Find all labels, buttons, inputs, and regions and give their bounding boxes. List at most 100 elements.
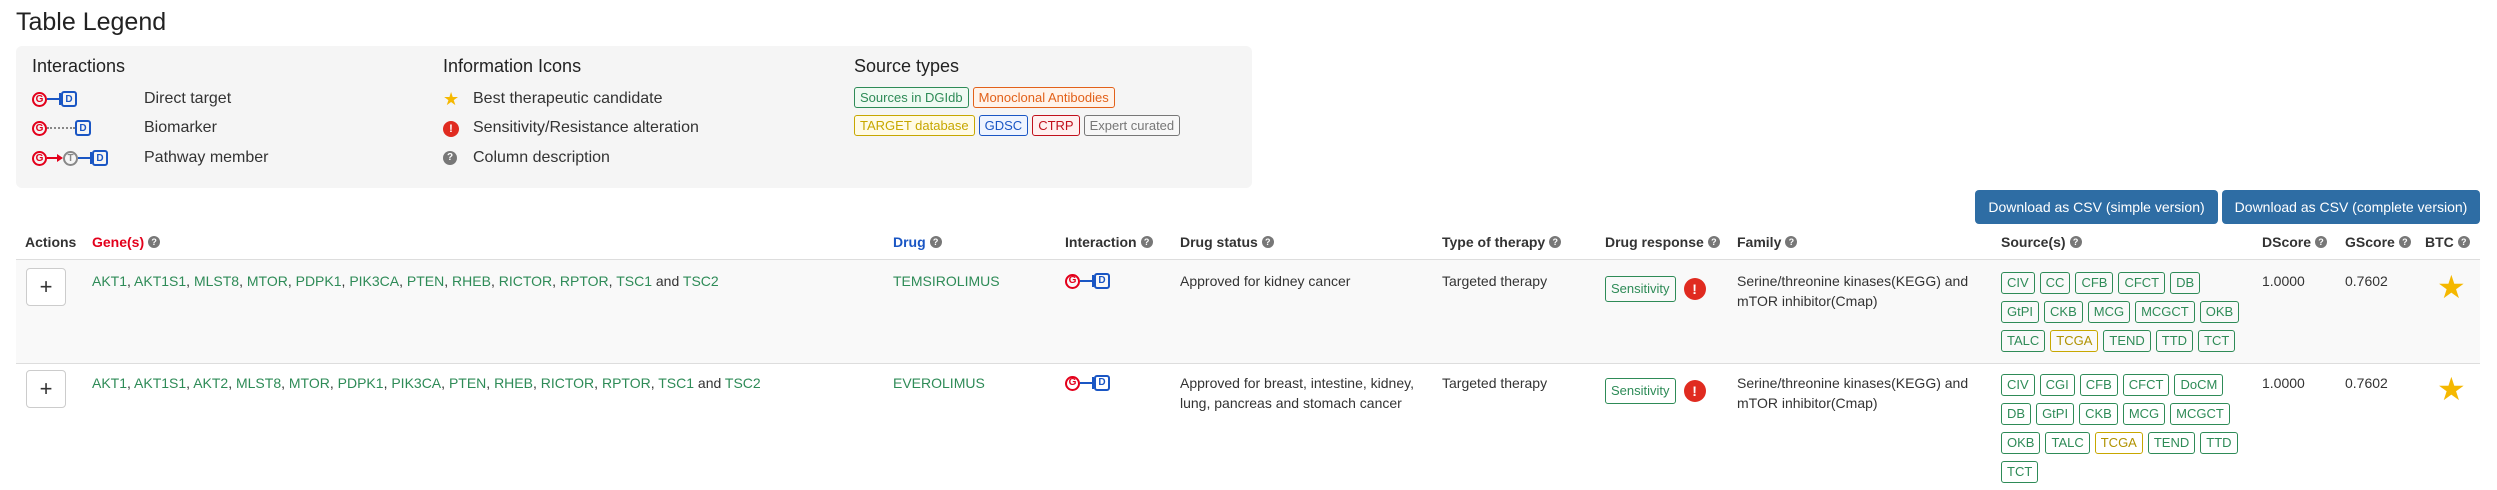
sources-cell: CIV CC CFB CFCT DB GtPI CKB MCG MCGCT OKB TALC TCGA… (2001, 272, 2246, 359)
gene-link[interactable]: RHEB (494, 375, 533, 391)
column-header-sources[interactable]: Source(s)? (2001, 234, 2082, 250)
source-badge[interactable]: CFB (2079, 374, 2118, 396)
gene-link[interactable]: RHEB (452, 273, 491, 289)
therapy-type-cell: Targeted therapy (1442, 375, 1548, 391)
source-badge[interactable]: TTD (2155, 330, 2194, 352)
source-badge[interactable]: MCGCT (2170, 403, 2230, 425)
source-badge[interactable]: CKB (2079, 403, 2118, 425)
legend-pathway-member: G T D Pathway member (32, 146, 269, 170)
column-header-family[interactable]: Family? (1737, 234, 1798, 250)
source-badge[interactable]: CC (2039, 272, 2071, 294)
source-badge[interactable]: TEND (2147, 432, 2196, 454)
column-header-drug-status[interactable]: Drug status? (1180, 234, 1274, 250)
column-header-drug-response[interactable]: Drug response? (1605, 234, 1720, 250)
source-badge[interactable]: MCG (2122, 403, 2166, 425)
expand-row-button[interactable]: + (26, 268, 66, 306)
gene-link[interactable]: AKT1S1 (134, 375, 186, 391)
source-badge[interactable]: CKB (2044, 301, 2083, 323)
gene-link[interactable]: PTEN (449, 375, 486, 391)
column-header-interaction[interactable]: Interaction? (1065, 234, 1153, 250)
question-icon[interactable]: ? (1785, 236, 1798, 248)
source-badge[interactable]: TCT (2198, 330, 2236, 352)
gene-link[interactable]: AKT1 (92, 375, 127, 391)
source-badge[interactable]: TCT (2001, 461, 2039, 483)
source-badge[interactable]: TEND (2103, 330, 2151, 352)
exclamation-icon[interactable]: ! (1683, 278, 1706, 300)
gene-link[interactable]: RICTOR (499, 273, 552, 289)
expand-row-button[interactable]: + (26, 370, 66, 408)
source-badge[interactable]: MCGCT (2135, 301, 2195, 323)
download-csv-complete-button[interactable]: Download as CSV (complete version) (2222, 190, 2480, 224)
gene-link[interactable]: PDPK1 (296, 273, 342, 289)
question-icon[interactable]: ? (1261, 236, 1274, 248)
column-header-genes[interactable]: Gene(s)? (92, 234, 161, 250)
question-icon[interactable]: ? (1707, 236, 1720, 248)
gene-link[interactable]: MTOR (247, 273, 288, 289)
question-icon[interactable]: ? (1140, 236, 1153, 248)
source-badge[interactable]: OKB (2001, 432, 2041, 454)
source-type-badge: Expert curated (1083, 115, 1181, 136)
gene-link[interactable]: MTOR (289, 375, 330, 391)
source-badge[interactable]: CFCT (2118, 272, 2166, 294)
gene-link[interactable]: TSC1 (616, 273, 652, 289)
download-csv-simple-button[interactable]: Download as CSV (simple version) (1975, 190, 2218, 224)
gene-link[interactable]: PIK3CA (391, 375, 441, 391)
source-badge[interactable]: TALC (2045, 432, 2090, 454)
legend-column-description: ? Column description (443, 146, 610, 170)
exclamation-icon[interactable]: ! (1683, 380, 1706, 402)
source-badge[interactable]: DoCM (2174, 374, 2224, 396)
gene-link[interactable]: MLST8 (194, 273, 239, 289)
question-icon[interactable]: ? (1549, 236, 1562, 248)
column-header-type-of-therapy[interactable]: Type of therapy? (1442, 234, 1562, 250)
gene-link[interactable]: TSC1 (658, 375, 694, 391)
column-header-gscore[interactable]: GScore? (2345, 234, 2411, 250)
gene-link[interactable]: AKT2 (193, 375, 228, 391)
gene-link[interactable]: PIK3CA (349, 273, 399, 289)
source-badge[interactable]: CFCT (2122, 374, 2170, 396)
source-badge[interactable]: TCGA (2050, 330, 2099, 352)
gene-link[interactable]: TSC2 (683, 273, 719, 289)
question-icon[interactable]: ? (2069, 236, 2082, 248)
gene-link[interactable]: RPTOR (602, 375, 651, 391)
table-legend: Interactions G D Direct target G D Bioma… (16, 46, 1252, 188)
source-badge[interactable]: DB (2170, 272, 2201, 294)
source-badge[interactable]: MCG (2087, 301, 2131, 323)
column-header-drug[interactable]: Drug? (893, 234, 942, 250)
gene-link[interactable]: PTEN (407, 273, 444, 289)
question-icon[interactable]: ? (929, 236, 942, 248)
gscore-cell: 0.7602 (2345, 273, 2388, 289)
source-badge[interactable]: OKB (2199, 301, 2240, 323)
source-badge[interactable]: TALC (2001, 330, 2046, 352)
column-header-dscore[interactable]: DScore? (2262, 234, 2328, 250)
source-badge[interactable]: CIV (2001, 272, 2035, 294)
star-icon: ★ (443, 89, 460, 109)
source-badge[interactable]: GtPI (2036, 403, 2075, 425)
question-icon[interactable]: ? (2315, 236, 2328, 248)
legend-label: Sensitivity/Resistance alteration (473, 119, 699, 136)
drug-link[interactable]: EVEROLIMUS (893, 373, 985, 393)
question-icon[interactable]: ? (2457, 236, 2470, 248)
drug-link[interactable]: TEMSIROLIMUS (893, 271, 1000, 291)
pathway-member-icon: G T D (32, 150, 144, 166)
source-badge[interactable]: GtPI (2001, 301, 2040, 323)
source-badge[interactable]: CIV (2001, 374, 2035, 396)
gene-link[interactable]: PDPK1 (338, 375, 384, 391)
source-badge[interactable]: CGI (2039, 374, 2075, 396)
legend-label: Best therapeutic candidate (473, 90, 663, 107)
genes-cell: AKT1, AKT1S1, MLST8, MTOR, PDPK1, PIK3CA… (92, 273, 719, 289)
gene-link[interactable]: AKT1S1 (134, 273, 186, 289)
source-badge[interactable]: TCGA (2094, 432, 2143, 454)
gene-link[interactable]: TSC2 (725, 375, 761, 391)
source-badge[interactable]: TTD (2200, 432, 2238, 454)
question-icon[interactable]: ? (148, 236, 161, 248)
gene-link[interactable]: AKT1 (92, 273, 127, 289)
legend-heading-info-icons: Information Icons (443, 56, 582, 76)
column-header-btc[interactable]: BTC? (2425, 234, 2470, 250)
source-badge[interactable]: DB (2001, 403, 2032, 425)
source-badge[interactable]: CFB (2075, 272, 2114, 294)
gene-link[interactable]: RPTOR (560, 273, 609, 289)
gene-link[interactable]: MLST8 (236, 375, 281, 391)
gscore-cell: 0.7602 (2345, 375, 2388, 391)
question-icon[interactable]: ? (2398, 236, 2411, 248)
gene-link[interactable]: RICTOR (541, 375, 594, 391)
